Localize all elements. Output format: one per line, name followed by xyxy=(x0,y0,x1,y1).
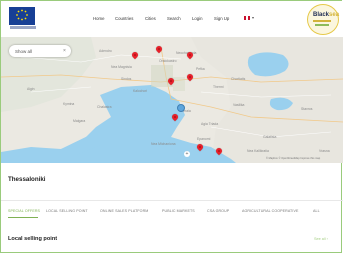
section-title: Local selling point xyxy=(8,236,58,242)
map-search-input[interactable]: Show all × xyxy=(9,45,71,57)
close-icon[interactable]: × xyxy=(63,48,66,54)
tab-all[interactable]: ALL xyxy=(313,209,320,213)
nav-home[interactable]: Home xyxy=(93,16,104,21)
eu-funding-text xyxy=(10,26,36,29)
divider xyxy=(1,200,343,201)
map-label: Thermi xyxy=(213,85,224,89)
tab-agricultural-cooperative[interactable]: AGRICULTURAL COOPERATIVE xyxy=(242,209,298,213)
header: Home Countries Cities Search Login Sign … xyxy=(1,1,343,37)
tab-public-markets[interactable]: PUBLIC MARKETS xyxy=(162,209,195,213)
map-label: Kymina xyxy=(63,102,75,106)
map-label: Galatista xyxy=(263,135,277,139)
blacksea-logo[interactable]: Blacksea xyxy=(301,3,343,37)
map-label: Agia Triada xyxy=(201,122,219,126)
nav-sign-up[interactable]: Sign Up xyxy=(214,16,229,21)
active-tab-indicator xyxy=(8,217,38,218)
nav-cities[interactable]: Cities xyxy=(145,16,156,21)
map-label: Vasilika xyxy=(233,103,245,107)
map-label: Adendro xyxy=(99,49,112,53)
see-all-link[interactable]: See all › xyxy=(314,237,328,241)
map-search-value: Show all xyxy=(15,48,33,54)
category-tabs: SPECIAL OFFERS LOCAL SELLING POINT ONLIN… xyxy=(1,206,343,218)
map-label: Pefka xyxy=(196,67,205,71)
page-title: Thessaloniki xyxy=(8,176,46,183)
tab-local-selling-point[interactable]: LOCAL SELLING POINT xyxy=(46,209,88,213)
map-label: Nea Magnisia xyxy=(111,65,132,69)
map-attribution[interactable]: © Mapbox © OpenStreetMap Improve this ma… xyxy=(266,157,320,160)
eu-flag-logo xyxy=(9,7,35,25)
map-label: Vrasna xyxy=(319,149,330,153)
nav-search[interactable]: Search xyxy=(167,16,181,21)
map-cluster-marker[interactable] xyxy=(177,104,185,112)
map-label: Kalochori xyxy=(133,89,148,93)
tab-online-sales-platform[interactable]: ONLINE SALES PLATFORM xyxy=(100,209,148,213)
map-label: Sindos xyxy=(121,77,132,81)
map-label: Oraiokastro xyxy=(159,59,177,63)
map-label: Epanomi xyxy=(197,137,211,141)
map-label: Nea Kallikratia xyxy=(247,149,269,153)
map-label: Stavros xyxy=(301,107,313,111)
map-label: Nea Michaniona xyxy=(151,142,176,146)
map-label: Malgara xyxy=(73,119,86,123)
map-label: Chalastra xyxy=(97,105,112,109)
language-flag-icon[interactable] xyxy=(244,16,250,20)
nav-countries[interactable]: Countries xyxy=(115,16,133,21)
chevron-down-icon[interactable]: ▾ xyxy=(252,15,254,20)
map-label: Chortiatis xyxy=(231,77,246,81)
zoom-in-button[interactable]: + xyxy=(184,151,190,157)
map-label: Aigin xyxy=(27,87,35,91)
nav-login[interactable]: Login xyxy=(192,16,203,21)
tab-csa-group[interactable]: CSA GROUP xyxy=(207,209,229,213)
tab-special-offers[interactable]: SPECIAL OFFERS xyxy=(8,209,40,213)
